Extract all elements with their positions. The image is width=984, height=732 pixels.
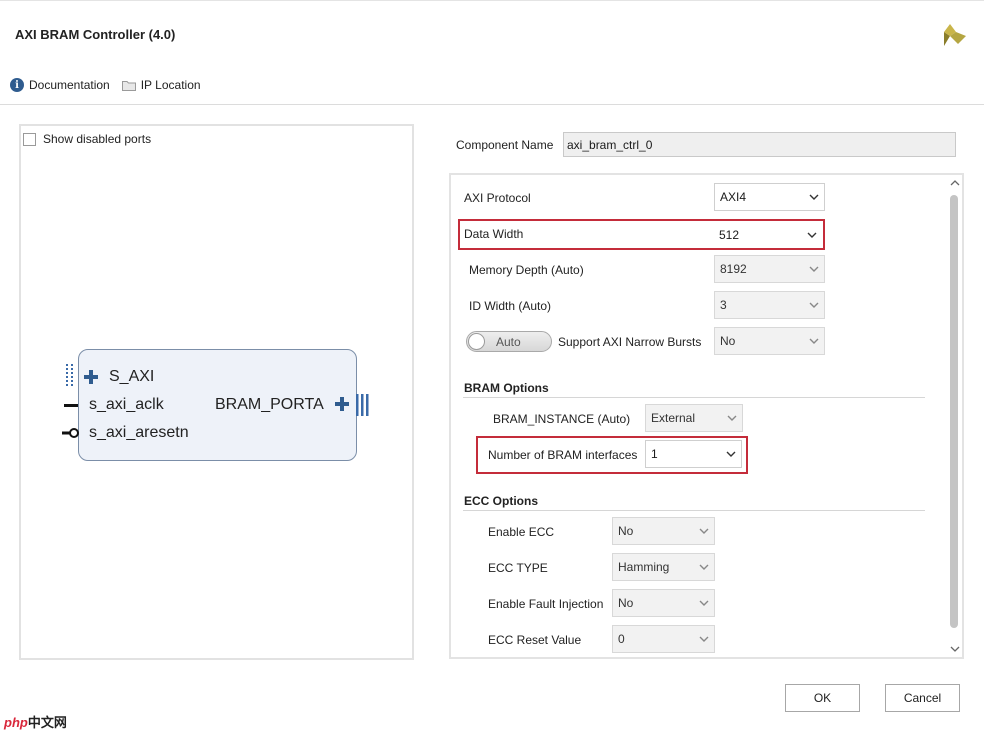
fault-injection-value: No <box>618 596 634 610</box>
axi-protocol-value: AXI4 <box>720 190 747 204</box>
ecc-reset-value-value: 0 <box>618 632 625 646</box>
port-s-axi: S_AXI <box>109 368 155 385</box>
enable-ecc-value: No <box>618 524 634 538</box>
xilinx-logo-icon <box>944 24 966 46</box>
ecc-type-select[interactable]: Hamming <box>612 553 715 581</box>
ecc-options-divider <box>463 510 925 511</box>
chevron-down-icon <box>726 451 736 457</box>
scroll-down-arrow-icon[interactable] <box>950 645 960 653</box>
auto-toggle-knob <box>468 333 485 350</box>
window-title: AXI BRAM Controller (4.0) <box>15 27 176 42</box>
watermark: php中文网 <box>4 712 67 731</box>
bus-connector-icon <box>356 394 369 416</box>
chevron-down-icon <box>809 194 819 200</box>
info-icon: i <box>10 78 24 92</box>
chevron-down-icon <box>699 600 709 606</box>
cancel-button[interactable]: Cancel <box>885 684 960 712</box>
data-width-value: 512 <box>719 227 740 242</box>
bram-instance-value: External <box>651 411 696 425</box>
bram-options-divider <box>463 397 925 398</box>
ecc-options-heading: ECC Options <box>464 494 538 508</box>
reset-pin-icon <box>62 428 79 438</box>
ok-button[interactable]: OK <box>785 684 860 712</box>
component-name-label: Component Name <box>456 138 554 152</box>
scroll-up-arrow-icon[interactable] <box>950 179 960 187</box>
chevron-down-icon <box>807 232 817 238</box>
port-s-axi-aclk: s_axi_aclk <box>89 396 164 413</box>
enable-ecc-label: Enable ECC <box>488 525 555 539</box>
component-name-input[interactable]: axi_bram_ctrl_0 <box>563 132 956 157</box>
ecc-type-label: ECC TYPE <box>488 561 548 575</box>
chevron-down-icon <box>809 338 819 344</box>
narrow-bursts-label: Support AXI Narrow Bursts <box>558 335 702 349</box>
documentation-label: Documentation <box>29 78 110 92</box>
narrow-bursts-select[interactable]: No <box>714 327 825 355</box>
clk-pin-line <box>64 404 78 407</box>
top-border <box>0 0 984 1</box>
axi-protocol-label: AXI Protocol <box>464 191 531 205</box>
bram-instance-label: BRAM_INSTANCE (Auto) <box>493 412 631 426</box>
watermark-php: php <box>4 715 28 730</box>
data-width-select[interactable]: 512 <box>714 221 822 248</box>
bram-instance-select[interactable]: External <box>645 404 743 432</box>
show-disabled-ports-row[interactable]: Show disabled ports <box>23 132 151 146</box>
top-links: i Documentation IP Location <box>10 78 213 92</box>
ecc-reset-value-label: ECC Reset Value <box>488 633 582 647</box>
port-bram-porta: BRAM_PORTA <box>215 396 324 413</box>
num-bram-interfaces-select[interactable]: 1 <box>645 440 742 468</box>
chevron-down-icon <box>809 302 819 308</box>
id-width-select[interactable]: 3 <box>714 291 825 319</box>
expand-plus-icon[interactable] <box>83 369 99 385</box>
ip-location-link[interactable]: IP Location <box>121 78 201 92</box>
documentation-link[interactable]: i Documentation <box>10 78 110 92</box>
memory-depth-value: 8192 <box>720 262 747 276</box>
ecc-type-value: Hamming <box>618 560 670 574</box>
bus-connector-icon <box>66 364 73 388</box>
num-bram-interfaces-value: 1 <box>651 447 658 461</box>
watermark-site: 中文网 <box>27 716 67 731</box>
folder-icon <box>121 80 136 91</box>
bram-options-heading: BRAM Options <box>464 381 549 395</box>
expand-plus-icon[interactable] <box>334 396 350 412</box>
header-divider <box>0 104 984 105</box>
port-s-axi-aresetn: s_axi_aresetn <box>89 424 189 441</box>
enable-ecc-select[interactable]: No <box>612 517 715 545</box>
scrollbar-thumb[interactable] <box>950 195 958 628</box>
axi-protocol-select[interactable]: AXI4 <box>714 183 825 211</box>
chevron-down-icon <box>699 636 709 642</box>
fault-injection-label: Enable Fault Injection <box>488 597 604 611</box>
chevron-down-icon <box>699 528 709 534</box>
data-width-label: Data Width <box>464 227 524 241</box>
ip-location-label: IP Location <box>140 78 201 92</box>
chevron-down-icon <box>727 415 737 421</box>
id-width-value: 3 <box>720 298 727 312</box>
narrow-bursts-value: No <box>720 334 736 348</box>
chevron-down-icon <box>699 564 709 570</box>
memory-depth-select[interactable]: 8192 <box>714 255 825 283</box>
memory-depth-label: Memory Depth (Auto) <box>469 263 584 277</box>
fault-injection-select[interactable]: No <box>612 589 715 617</box>
id-width-label: ID Width (Auto) <box>469 299 552 313</box>
auto-toggle-label: Auto <box>496 335 521 349</box>
show-disabled-ports-checkbox[interactable] <box>23 132 36 146</box>
chevron-down-icon <box>809 266 819 272</box>
ecc-reset-value-select[interactable]: 0 <box>612 625 715 653</box>
show-disabled-ports-label: Show disabled ports <box>43 132 152 146</box>
num-bram-interfaces-label: Number of BRAM interfaces <box>488 448 638 462</box>
